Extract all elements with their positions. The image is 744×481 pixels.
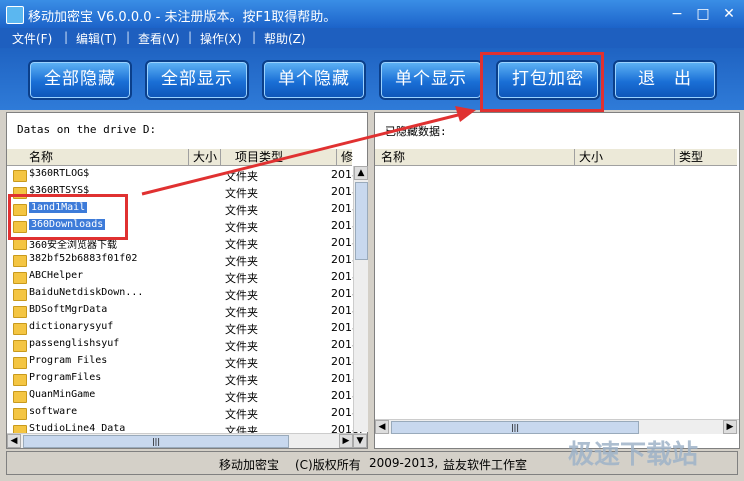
annotation-arrow	[141, 106, 476, 196]
watermark: 极速下载站	[568, 440, 699, 470]
status-studio: 益友软件工作室	[443, 458, 528, 472]
status-app: 移动加密宝	[219, 458, 280, 472]
status-years: 2009-2013,	[369, 456, 439, 470]
status-copyright: (C)版权所有	[295, 458, 361, 472]
